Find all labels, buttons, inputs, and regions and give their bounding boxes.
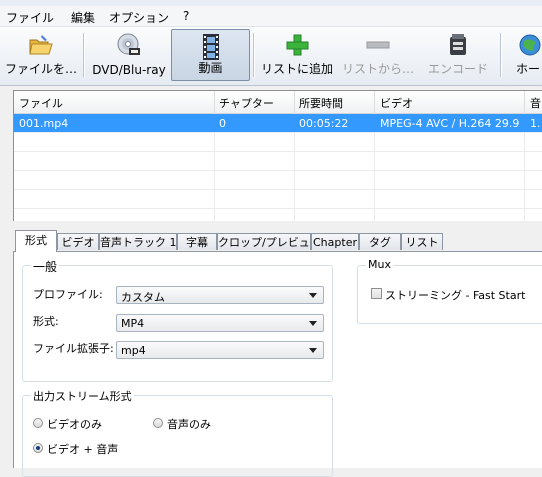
empty-row bbox=[14, 171, 542, 190]
streaming-label[interactable]: ストリーミング - Fast Start bbox=[385, 287, 525, 303]
remove-from-list-button[interactable]: リストから… bbox=[338, 29, 418, 81]
open-file-label: ファイルを… bbox=[4, 62, 77, 76]
column-header-audio[interactable]: 音 bbox=[530, 95, 541, 111]
general-group-title: 一般 bbox=[31, 258, 60, 275]
column-header-video[interactable]: ビデオ bbox=[380, 95, 413, 111]
empty-row bbox=[14, 152, 542, 171]
add-to-list-label: リストに追加 bbox=[260, 62, 333, 76]
toolbar-separator bbox=[83, 33, 85, 77]
audio-only-label[interactable]: 音声のみ bbox=[167, 416, 211, 432]
dvd-bluray-button[interactable]: DVD/Blu-ray bbox=[88, 29, 170, 81]
menu-bar: ファイル 編集 オプション ? bbox=[0, 6, 542, 27]
column-divider[interactable] bbox=[524, 91, 525, 113]
globe-icon bbox=[519, 34, 541, 56]
dvd-bluray-label: DVD/Blu-ray bbox=[92, 63, 166, 77]
video-only-radio[interactable] bbox=[33, 418, 43, 428]
toolbar: ファイルを… DVD/Blu-ray 動画 リストに追加 リストから… エンコー… bbox=[0, 27, 542, 86]
extension-label: ファイル拡張子: bbox=[33, 342, 114, 355]
profile-label: プロファイル: bbox=[33, 288, 103, 301]
cell-file: 001.mp4 bbox=[19, 117, 69, 130]
home-button[interactable]: ホー bbox=[508, 29, 542, 81]
table-row[interactable]: 001.mp4 0 00:05:22 MPEG-4 AVC / H.264 29… bbox=[14, 114, 542, 133]
plus-icon bbox=[286, 34, 309, 56]
cell-audio: 1. bbox=[530, 117, 541, 130]
column-header-file[interactable]: ファイル bbox=[19, 95, 63, 111]
mux-group-title: Mux bbox=[366, 258, 393, 271]
column-divider[interactable] bbox=[374, 91, 375, 113]
menu-file[interactable]: ファイル bbox=[6, 9, 54, 26]
encode-button[interactable]: エンコード bbox=[420, 29, 496, 81]
encode-icon bbox=[450, 34, 466, 55]
tab-chapter[interactable]: Chapter bbox=[311, 233, 359, 250]
empty-row bbox=[14, 190, 542, 209]
column-divider[interactable] bbox=[214, 91, 215, 113]
output-stream-group: 出力ストリーム形式 ビデオのみ 音声のみ ビデオ + 音声 bbox=[22, 388, 333, 477]
chevron-down-icon bbox=[309, 293, 317, 298]
menu-edit[interactable]: 編集 bbox=[71, 9, 95, 26]
tab-list[interactable]: リスト bbox=[401, 233, 443, 250]
column-header-chapter[interactable]: チャプター bbox=[219, 95, 274, 111]
toolbar-separator bbox=[253, 33, 255, 77]
settings-tabs: 形式 ビデオ 音声トラック 1 字幕 クロップ/プレビュー Chapter タグ… bbox=[13, 230, 542, 252]
column-divider[interactable] bbox=[294, 91, 295, 113]
menu-options[interactable]: オプション bbox=[109, 9, 169, 26]
home-label: ホー bbox=[516, 62, 541, 76]
video-audio-radio[interactable] bbox=[33, 443, 43, 453]
column-header-duration[interactable]: 所要時間 bbox=[299, 95, 343, 111]
mux-group: Mux ストリーミング - Fast Start bbox=[357, 258, 542, 324]
disc-icon bbox=[117, 33, 140, 55]
cell-duration: 00:05:22 bbox=[299, 117, 349, 130]
add-to-list-button[interactable]: リストに追加 bbox=[258, 29, 336, 81]
tab-crop-preview[interactable]: クロップ/プレビュー bbox=[217, 233, 321, 250]
profile-select-value: カスタム bbox=[121, 291, 165, 304]
format-select[interactable]: MP4 bbox=[116, 314, 324, 332]
toolbar-separator bbox=[500, 33, 502, 77]
general-group: 一般 プロファイル: カスタム 形式: MP4 ファイル拡張子: mp4 bbox=[22, 258, 333, 382]
file-list[interactable]: ファイル チャプター 所要時間 ビデオ 音 001.mp4 0 00:05:22… bbox=[13, 90, 542, 221]
tab-subtitles[interactable]: 字幕 bbox=[177, 233, 217, 250]
video-only-label[interactable]: ビデオのみ bbox=[47, 416, 102, 432]
chevron-down-icon bbox=[309, 321, 317, 326]
tab-audio-track-1[interactable]: 音声トラック 1 bbox=[99, 233, 177, 250]
remove-from-list-label: リストから… bbox=[341, 62, 414, 76]
folder-open-icon bbox=[29, 35, 53, 55]
file-list-header: ファイル チャプター 所要時間 ビデオ 音 bbox=[14, 91, 542, 114]
video-label: 動画 bbox=[198, 61, 223, 75]
video-audio-label[interactable]: ビデオ + 音声 bbox=[47, 441, 118, 457]
profile-select[interactable]: カスタム bbox=[116, 286, 324, 304]
chevron-down-icon bbox=[309, 348, 317, 353]
tab-tags[interactable]: タグ bbox=[359, 233, 401, 250]
extension-select[interactable]: mp4 bbox=[116, 341, 324, 359]
encode-label: エンコード bbox=[427, 62, 488, 76]
extension-select-value: mp4 bbox=[121, 344, 146, 357]
cell-chapter: 0 bbox=[219, 117, 226, 130]
tab-format[interactable]: 形式 bbox=[15, 230, 57, 252]
format-select-value: MP4 bbox=[121, 317, 145, 330]
cell-video: MPEG-4 AVC / H.264 29.9... bbox=[380, 117, 520, 130]
menu-help[interactable]: ? bbox=[183, 9, 189, 23]
streaming-checkbox[interactable] bbox=[371, 288, 382, 299]
tab-video[interactable]: ビデオ bbox=[57, 233, 99, 250]
audio-only-radio[interactable] bbox=[153, 418, 163, 428]
minus-icon bbox=[366, 41, 390, 49]
format-tab-panel: 一般 プロファイル: カスタム 形式: MP4 ファイル拡張子: mp4 Mux… bbox=[13, 251, 542, 477]
open-file-button[interactable]: ファイルを… bbox=[2, 29, 80, 81]
empty-row bbox=[14, 133, 542, 152]
output-stream-group-title: 出力ストリーム形式 bbox=[31, 388, 134, 404]
format-label: 形式: bbox=[33, 315, 59, 328]
video-button[interactable]: 動画 bbox=[171, 29, 250, 81]
film-icon bbox=[202, 34, 219, 60]
